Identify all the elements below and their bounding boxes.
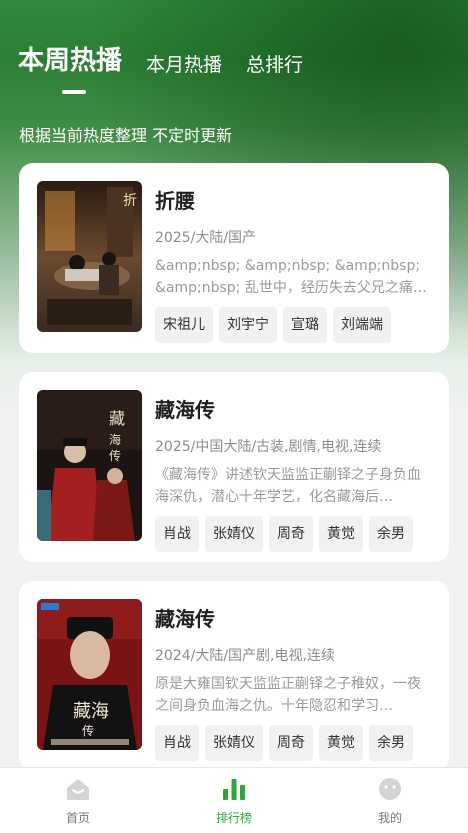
cast-tag[interactable]: 肖战 [155, 725, 199, 761]
item-description: &amp;nbsp; &amp;nbsp; &amp;nbsp; &amp;nb… [155, 258, 427, 296]
profile-icon [379, 778, 401, 800]
nav-home-label: 首页 [65, 811, 90, 825]
ranking-subtitle: 根据当前热度整理 不定时更新 [19, 126, 233, 145]
poster-image[interactable]: 藏海 传 [37, 599, 142, 750]
cast-tag[interactable]: 刘端端 [333, 307, 391, 343]
cast-tags: 宋祖儿 刘宇宁 宣璐 刘端端 [155, 307, 431, 343]
nav-ranking-label: 排行榜 [215, 811, 252, 825]
svg-text:海: 海 [109, 432, 121, 447]
item-title[interactable]: 折腰 [155, 185, 431, 214]
list-item[interactable]: 折 折腰 2025/大陆/国产 &amp;nbsp; &amp;nbsp; &a… [19, 163, 449, 353]
cast-tag[interactable]: 张婧仪 [205, 516, 263, 552]
item-info: 折腰 2025/大陆/国产 &amp;nbsp; &amp;nbsp; &amp… [155, 185, 431, 343]
tab-overall[interactable]: 总排行 [246, 54, 303, 77]
list-item[interactable]: 藏 海 传 藏海传 2025/中国大陆/古装,剧情,电视,连续 《藏海传》讲述钦… [19, 372, 449, 562]
cast-tag[interactable]: 宋祖儿 [155, 307, 213, 343]
cast-tag[interactable]: 刘宇宁 [219, 307, 277, 343]
nav-ranking[interactable]: 排行榜 [156, 768, 312, 833]
cast-tag[interactable]: 宣璐 [283, 307, 327, 343]
active-tab-indicator [62, 90, 86, 94]
item-title[interactable]: 藏海传 [155, 603, 431, 632]
svg-text:藏海: 藏海 [73, 701, 109, 722]
nav-profile[interactable]: 我的 [312, 768, 468, 833]
svg-text:折: 折 [123, 193, 137, 209]
home-icon [67, 779, 89, 800]
svg-text:传: 传 [109, 448, 121, 463]
cast-tags: 肖战 张婧仪 周奇 黄觉 余男 [155, 516, 431, 552]
cast-tag[interactable]: 周奇 [269, 516, 313, 552]
item-meta: 2025/中国大陆/古装,剧情,电视,连续 [155, 439, 382, 455]
item-info: 藏海传 2024/大陆/国产剧,电视,连续 原是大雍国钦天监监正蒯铎之子稚奴，一… [155, 603, 431, 761]
poster-image[interactable]: 藏 海 传 [37, 390, 142, 541]
cast-tag[interactable]: 张婧仪 [205, 725, 263, 761]
tab-monthly[interactable]: 本月热播 [146, 54, 222, 77]
svg-text:传: 传 [82, 723, 94, 738]
ranking-tabs: 本周热播 本月热播 总排行 [18, 46, 303, 77]
bottom-nav: 首页 排行榜 我的 [0, 767, 468, 833]
item-description: 原是大雍国钦天监监正蒯铎之子稚奴，一夜之间身负血海之仇。十年隐忍和学习… [155, 676, 421, 714]
list-item[interactable]: 藏海 传 藏海传 2024/大陆/国产剧,电视,连续 原是大雍国钦天监监正蒯铎之… [19, 581, 449, 771]
chart-icon [223, 779, 245, 800]
item-description: 《藏海传》讲述钦天监监正蒯铎之子身负血海深仇，潜心十年学艺，化名藏海后… [155, 467, 421, 505]
cast-tag[interactable]: 黄觉 [319, 516, 363, 552]
cast-tag[interactable]: 余男 [369, 725, 413, 761]
ranking-list: 折 折腰 2025/大陆/国产 &amp;nbsp; &amp;nbsp; &a… [19, 163, 449, 790]
tab-weekly[interactable]: 本周热播 [18, 46, 122, 77]
nav-home[interactable]: 首页 [0, 768, 156, 833]
cast-tag[interactable]: 周奇 [269, 725, 313, 761]
item-info: 藏海传 2025/中国大陆/古装,剧情,电视,连续 《藏海传》讲述钦天监监正蒯铎… [155, 394, 431, 552]
svg-text:藏: 藏 [109, 409, 125, 428]
item-title[interactable]: 藏海传 [155, 394, 431, 423]
cast-tags: 肖战 张婧仪 周奇 黄觉 余男 [155, 725, 431, 761]
cast-tag[interactable]: 黄觉 [319, 725, 363, 761]
item-meta: 2024/大陆/国产剧,电视,连续 [155, 648, 335, 664]
cast-tag[interactable]: 余男 [369, 516, 413, 552]
nav-profile-label: 我的 [377, 811, 402, 825]
cast-tag[interactable]: 肖战 [155, 516, 199, 552]
poster-image[interactable]: 折 [37, 181, 142, 332]
item-meta: 2025/大陆/国产 [155, 230, 257, 246]
